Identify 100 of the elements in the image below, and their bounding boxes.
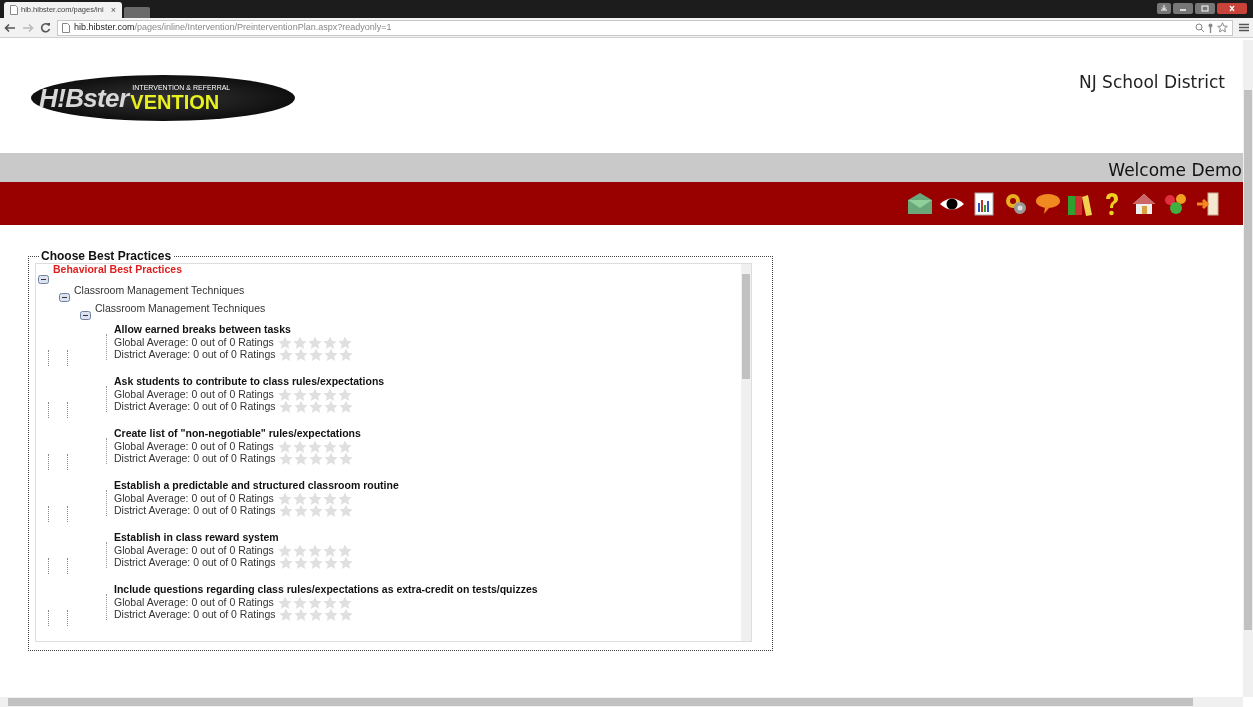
star-icon[interactable] [277, 335, 292, 349]
star-icon[interactable] [279, 607, 294, 621]
star-icon[interactable] [337, 387, 352, 401]
star-icon[interactable] [307, 439, 322, 453]
star-icon[interactable] [294, 399, 309, 413]
star-icon[interactable] [279, 399, 294, 413]
star-icon[interactable] [307, 491, 322, 505]
star-icon[interactable] [309, 607, 324, 621]
star-icon[interactable] [294, 503, 309, 517]
practice-title: Create list of "non-negotiable" rules/expectations [114, 427, 361, 440]
forward-icon[interactable] [22, 22, 34, 33]
star-icon[interactable] [279, 451, 294, 465]
star-icon[interactable] [277, 543, 292, 557]
star-icon[interactable] [292, 335, 307, 349]
star-icon[interactable] [294, 607, 309, 621]
star-icon[interactable] [309, 451, 324, 465]
star-rating[interactable] [279, 347, 354, 361]
star-icon[interactable] [337, 595, 352, 609]
star-icon[interactable] [324, 399, 339, 413]
star-icon[interactable] [294, 555, 309, 569]
star-icon[interactable] [324, 451, 339, 465]
envelope-icon[interactable] [907, 190, 933, 217]
star-icon[interactable] [292, 491, 307, 505]
star-icon[interactable] [292, 595, 307, 609]
restore-icon[interactable] [1195, 3, 1215, 14]
star-icon[interactable] [307, 387, 322, 401]
star-icon[interactable] [339, 607, 354, 621]
star-rating[interactable] [277, 543, 352, 557]
star-icon[interactable] [339, 503, 354, 517]
star-icon[interactable] [277, 595, 292, 609]
star-icon[interactable] [292, 439, 307, 453]
chart-icon[interactable] [971, 190, 997, 217]
star-icon[interactable] [307, 335, 322, 349]
star-icon[interactable] [294, 347, 309, 361]
tree-node-label[interactable]: Classroom Management Techniques [74, 284, 245, 297]
star-rating[interactable] [277, 335, 352, 349]
district-name: NJ School District [1078, 71, 1225, 94]
star-icon[interactable] [309, 503, 324, 517]
star-icon[interactable] [307, 595, 322, 609]
collapse-icon[interactable] [38, 275, 49, 284]
star-icon[interactable] [277, 387, 292, 401]
star-icon[interactable] [279, 503, 294, 517]
star-icon[interactable] [339, 347, 354, 361]
star-icon[interactable] [322, 387, 337, 401]
star-icon[interactable] [309, 347, 324, 361]
star-icon[interactable] [339, 555, 354, 569]
star-icon[interactable] [324, 607, 339, 621]
tree-node-label[interactable]: Classroom Management Techniques [95, 302, 266, 315]
star-icon[interactable] [309, 399, 324, 413]
close-tab-button[interactable]: × [110, 5, 116, 15]
star-rating[interactable] [277, 439, 352, 453]
star-icon[interactable] [339, 451, 354, 465]
star-rating[interactable] [279, 399, 354, 413]
star-icon[interactable] [322, 543, 337, 557]
star-icon[interactable] [322, 491, 337, 505]
new-tab-button[interactable] [124, 7, 150, 18]
star-icon[interactable] [279, 555, 294, 569]
star-icon[interactable] [324, 503, 339, 517]
star-icon[interactable] [294, 451, 309, 465]
star-icon[interactable] [322, 595, 337, 609]
minimize-icon[interactable] [1173, 3, 1193, 14]
collapse-icon[interactable] [80, 311, 91, 320]
star-icon[interactable] [1217, 22, 1228, 33]
star-icon[interactable] [339, 399, 354, 413]
star-icon[interactable] [307, 543, 322, 557]
star-icon[interactable] [324, 555, 339, 569]
star-icon[interactable] [322, 335, 337, 349]
star-icon[interactable] [277, 439, 292, 453]
star-rating[interactable] [279, 607, 354, 621]
star-rating[interactable] [277, 387, 352, 401]
download-icon[interactable] [1157, 3, 1171, 14]
star-icon[interactable] [279, 347, 294, 361]
star-icon[interactable] [309, 555, 324, 569]
collapse-icon[interactable] [59, 293, 70, 302]
exit-door-icon[interactable] [1195, 190, 1221, 217]
rating-text: Global Average: 0 out of 0 Ratings [114, 492, 274, 504]
star-icon[interactable] [322, 439, 337, 453]
star-icon[interactable] [324, 347, 339, 361]
star-icon[interactable] [337, 491, 352, 505]
key-icon[interactable] [1207, 22, 1214, 33]
star-rating[interactable] [277, 595, 352, 609]
close-icon[interactable] [1217, 3, 1247, 14]
star-icon[interactable] [292, 387, 307, 401]
rating-text: District Average: 0 out of 0 Ratings [114, 348, 276, 360]
address-bar[interactable]: hib.hibster.com/pages/inline/Intervention/PreinterventionPlan.aspx?readyonly=1 [57, 19, 1233, 36]
tree-node-label[interactable]: Behavioral Best Practices [53, 264, 182, 276]
rating-text: Global Average: 0 out of 0 Ratings [114, 336, 274, 348]
back-icon[interactable] [4, 22, 16, 33]
star-rating[interactable] [279, 503, 354, 517]
star-icon[interactable] [337, 543, 352, 557]
star-rating[interactable] [279, 451, 354, 465]
star-icon[interactable] [337, 335, 352, 349]
star-icon[interactable] [277, 491, 292, 505]
star-icon[interactable] [292, 543, 307, 557]
menu-icon[interactable] [1239, 23, 1249, 32]
star-icon[interactable] [337, 439, 352, 453]
star-rating[interactable] [279, 555, 354, 569]
reload-icon[interactable] [40, 22, 51, 33]
star-rating[interactable] [277, 491, 352, 505]
practice-title: Establish a predictable and structured classroom routine [114, 479, 399, 492]
